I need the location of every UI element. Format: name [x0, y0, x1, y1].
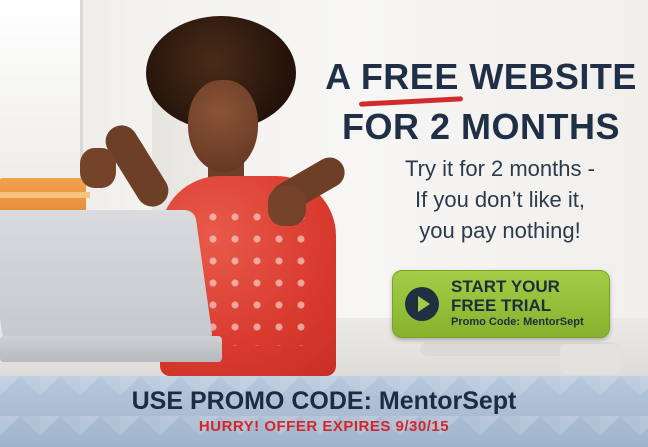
face-shape: [188, 80, 258, 172]
banner-promo-code: USE PROMO CODE: MentorSept: [131, 387, 517, 415]
headline-line-2: FOR 2 MONTHS: [341, 106, 620, 147]
right-fist-shape: [268, 186, 306, 226]
cta-promo-code: Promo Code: MentorSept: [451, 316, 584, 328]
play-icon: [405, 287, 439, 321]
headline-free-highlight: FREE: [361, 52, 459, 102]
start-free-trial-button[interactable]: START YOUR FREE TRIAL Promo Code: Mentor…: [392, 270, 610, 338]
laptop-screen: [0, 210, 214, 342]
promo-code-banner: USE PROMO CODE: MentorSept HURRY! OFFER …: [0, 376, 648, 447]
cta-text: START YOUR FREE TRIAL Promo Code: Mentor…: [451, 277, 607, 330]
subtext-line-1: Try it for 2 months -: [405, 156, 595, 181]
left-fist-shape: [80, 148, 116, 188]
headline-prefix: A: [325, 56, 361, 97]
headline-suffix: WEBSITE: [458, 56, 637, 97]
headline-line-1: A FREE WEBSITE: [322, 52, 640, 102]
promo-ad: A FREE WEBSITE FOR 2 MONTHS Try it for 2…: [0, 0, 648, 447]
cta-line-1: START YOUR: [451, 277, 560, 296]
banner-expiry-notice: HURRY! OFFER EXPIRES 9/30/15: [198, 418, 450, 435]
subtext-line-3: you pay nothing!: [419, 218, 581, 243]
cta-line-2: FREE TRIAL: [451, 296, 552, 315]
headline: A FREE WEBSITE FOR 2 MONTHS: [322, 52, 640, 152]
laptop-base: [0, 336, 222, 362]
subheadline: Try it for 2 months - If you don’t like …: [360, 153, 640, 246]
chair-seat: [560, 344, 620, 374]
subtext-line-2: If you don’t like it,: [415, 187, 585, 212]
